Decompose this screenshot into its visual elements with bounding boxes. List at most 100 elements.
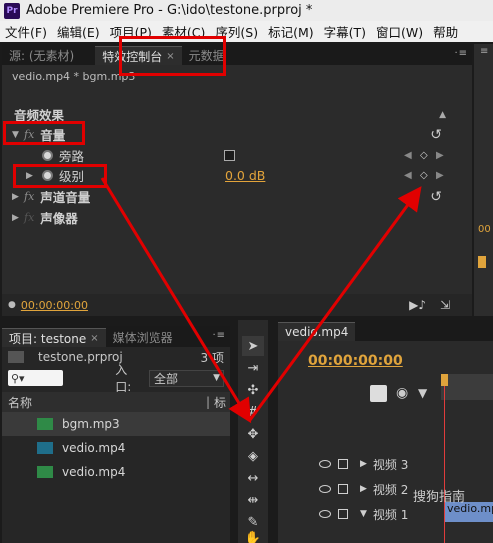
column-divider: | <box>205 395 210 409</box>
effects-footer: ● 00:00:00:00 ▶♪ ⇲ <box>2 294 472 316</box>
tab-media-browser[interactable]: 媒体浏览器 <box>106 328 180 347</box>
effects-timecode[interactable]: 00:00:00:00 <box>21 299 88 312</box>
fx-icon: fx <box>24 211 35 224</box>
add-marker-icon[interactable]: ◉ <box>396 385 408 401</box>
sequence-icon <box>37 466 53 478</box>
collapsed-triangle-icon[interactable]: ▶ <box>360 459 367 469</box>
level-value[interactable]: 0.0 dB <box>225 168 265 183</box>
highlight-box-effect-controls-tab <box>119 36 226 76</box>
asset-name: vedio.mp4 <box>62 441 126 455</box>
timeline-panel: vedio.mp4 00:00:00:00 ◉ ▼ ▶ 视频 3 ▶ 视频 2 … <box>278 320 493 543</box>
track-video-3: ▶ 视频 3 <box>278 452 493 476</box>
search-input[interactable]: ⚲▾ <box>8 370 64 386</box>
prev-keyframe-icon[interactable]: ◀ <box>404 170 412 181</box>
menu-file[interactable]: 文件(F) <box>0 22 52 41</box>
eye-icon[interactable] <box>319 485 331 493</box>
program-monitor-edge: ≡ 00 <box>474 44 493 316</box>
tab-project[interactable]: 项目: testone × <box>2 328 106 347</box>
timeline-clip[interactable]: vedio.mp4 <box>445 502 493 522</box>
expanded-triangle-icon[interactable]: ▼ <box>360 509 367 519</box>
effect-row-channel-volume[interactable]: ▶ fx 声道音量 ↺ <box>2 186 464 207</box>
tools-panel: ➤ ⇥ ✣ # ✥ ◈ ↔ ⇹ ✎ ✋ <box>238 320 268 543</box>
add-keyframe-icon[interactable]: ◇ <box>420 150 428 161</box>
menu-help[interactable]: 帮助 <box>428 22 463 41</box>
menu-edit[interactable]: 编辑(E) <box>52 22 105 41</box>
playhead-icon[interactable] <box>441 374 448 386</box>
asset-row-vedio-1[interactable]: vedio.mp4 <box>2 436 230 460</box>
audio-icon <box>37 418 53 430</box>
menu-marker[interactable]: 标记(M) <box>263 22 319 41</box>
slip-tool-icon[interactable]: ↔ <box>242 468 264 488</box>
panel-menu-icon[interactable]: ·≡ <box>454 48 468 59</box>
close-icon[interactable]: × <box>90 333 98 344</box>
next-keyframe-icon[interactable]: ▶ <box>436 150 444 161</box>
reset-icon[interactable]: ↺ <box>430 127 442 143</box>
eye-icon[interactable] <box>319 460 331 468</box>
bypass-checkbox[interactable] <box>224 150 235 161</box>
selection-tool-icon[interactable]: ➤ <box>242 336 264 356</box>
tab-sequence-label: vedio.mp4 <box>285 325 349 339</box>
time-ruler[interactable] <box>441 374 493 400</box>
scroll-up-icon[interactable]: ▲ <box>439 110 446 120</box>
eye-icon[interactable] <box>319 510 331 518</box>
fx-icon: fx <box>24 190 35 203</box>
slide-tool-icon[interactable]: ⇹ <box>242 490 264 510</box>
collapsed-triangle-icon[interactable]: ▶ <box>12 213 24 223</box>
stopwatch-icon[interactable] <box>42 150 53 161</box>
sequence-icon <box>37 442 53 454</box>
timeline-tabstrip: vedio.mp4 <box>278 320 493 341</box>
panel-menu-icon[interactable]: ≡ <box>480 46 488 57</box>
panel-menu-icon[interactable]: ·≡ <box>212 330 226 341</box>
film-icon[interactable] <box>338 459 348 469</box>
entry-label: 入口: <box>115 363 132 394</box>
playhead-dot-icon: ● <box>8 300 16 310</box>
program-timecode-fragment: 00 <box>478 224 491 235</box>
next-keyframe-icon[interactable]: ▶ <box>436 170 444 181</box>
collapsed-triangle-icon[interactable]: ▶ <box>360 484 367 494</box>
snap-icon[interactable] <box>370 385 387 402</box>
prev-keyframe-icon[interactable]: ◀ <box>404 150 412 161</box>
asset-name: bgm.mp3 <box>62 417 120 431</box>
column-label-header[interactable]: 标 <box>214 394 226 411</box>
ripple-edit-tool-icon[interactable]: ✣ <box>242 380 264 400</box>
track-select-tool-icon[interactable]: ⇥ <box>242 358 264 378</box>
effect-channel-volume-label: 声道音量 <box>40 190 91 205</box>
track-name: 视频 3 <box>372 457 409 472</box>
menu-title[interactable]: 字幕(T) <box>319 22 371 41</box>
project-list-header: 名称 | 标 <box>2 392 230 412</box>
add-keyframe-icon[interactable]: ◇ <box>420 170 428 181</box>
rate-stretch-tool-icon[interactable]: ✥ <box>242 424 264 444</box>
playhead-icon[interactable] <box>478 256 486 268</box>
film-icon[interactable] <box>338 509 348 519</box>
hand-tool-icon[interactable]: ✋ <box>242 528 264 543</box>
track-video-1: ▼ 视频 1 vedio.mp4 <box>278 502 493 526</box>
play-audio-icon[interactable]: ▶♪ <box>409 298 426 312</box>
effect-panner-label: 声像器 <box>40 211 78 226</box>
entry-dropdown[interactable]: 全部 ▼ <box>148 369 224 387</box>
export-icon[interactable]: ⇲ <box>440 298 450 312</box>
track-name: 视频 2 <box>372 482 409 497</box>
highlight-box-volume <box>3 121 85 145</box>
item-count: 3 项 <box>200 350 224 365</box>
watermark: 搜狗指南 <box>412 490 465 505</box>
search-icon: ⚲▾ <box>11 371 25 385</box>
menu-window[interactable]: 窗口(W) <box>371 22 428 41</box>
clip-path-label: vedio.mp4 * bgm.mp3 <box>2 66 472 86</box>
reset-icon[interactable]: ↺ <box>430 189 442 205</box>
menu-bar: 文件(F) 编辑(E) 项目(P) 素材(C) 序列(S) 标记(M) 字幕(T… <box>0 21 493 42</box>
film-icon[interactable] <box>338 484 348 494</box>
tab-sequence[interactable]: vedio.mp4 <box>278 322 356 341</box>
rolling-edit-tool-icon[interactable]: # <box>242 402 264 422</box>
razor-tool-icon[interactable]: ◈ <box>242 446 264 466</box>
asset-row-bgm[interactable]: bgm.mp3 <box>2 412 230 436</box>
marker-icon[interactable]: ▼ <box>418 386 427 400</box>
project-search-row: ⚲▾ 入口: 全部 ▼ <box>2 363 230 394</box>
collapsed-triangle-icon[interactable]: ▶ <box>12 192 24 202</box>
timeline-timecode[interactable]: 00:00:00:00 <box>308 353 403 369</box>
effect-row-panner[interactable]: ▶ fx 声像器 <box>2 207 464 228</box>
column-name-header[interactable]: 名称 <box>8 394 32 411</box>
tab-source-label: 源: (无素材) <box>9 49 75 63</box>
asset-row-vedio-2[interactable]: vedio.mp4 <box>2 460 230 484</box>
window-title: Adobe Premiere Pro - G:\ido\testone.prpr… <box>26 3 313 18</box>
tab-source[interactable]: 源: (无素材) <box>2 46 81 65</box>
